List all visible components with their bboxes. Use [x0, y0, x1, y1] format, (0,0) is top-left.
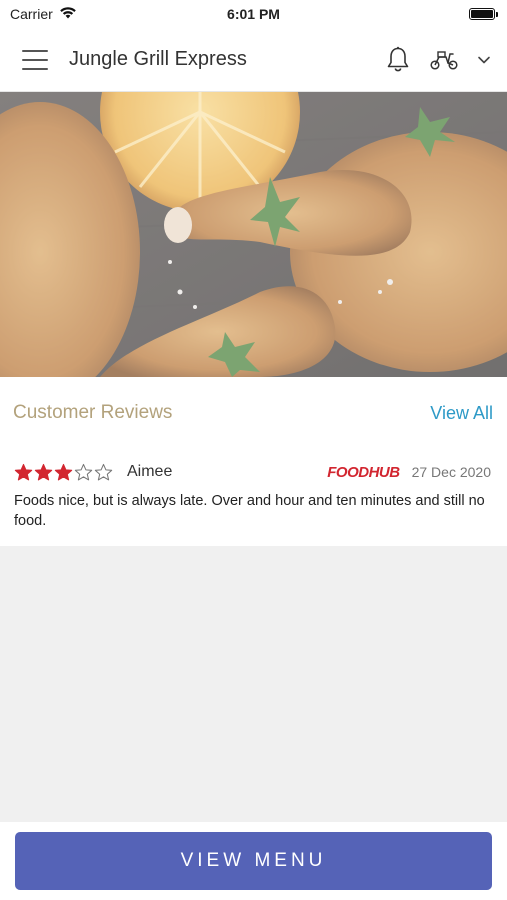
battery-icon	[469, 8, 498, 20]
status-bar: Carrier 6:01 PM	[0, 0, 507, 28]
star-filled-icon	[54, 463, 73, 480]
app-header: Jungle Grill Express	[0, 28, 507, 92]
hero-image	[0, 92, 507, 377]
chevron-down-icon[interactable]	[477, 55, 491, 65]
review-text: Foods nice, but is always late. Over and…	[14, 493, 485, 529]
wifi-icon	[59, 6, 77, 22]
star-empty-icon	[74, 463, 93, 480]
reviews-section: Customer Reviews View All Aimee FOODHUB …	[0, 377, 507, 546]
status-left: Carrier	[10, 6, 77, 22]
view-all-link[interactable]: View All	[430, 403, 493, 424]
page-title: Jungle Grill Express	[69, 48, 247, 70]
star-filled-icon	[14, 463, 33, 480]
bell-icon[interactable]	[385, 46, 411, 74]
review-meta: Aimee FOODHUB 27 Dec 2020	[14, 459, 491, 485]
header-actions	[385, 46, 491, 74]
bottom-bar: VIEW MENU	[0, 822, 507, 900]
star-empty-icon	[94, 463, 113, 480]
section-title: Customer Reviews	[13, 402, 173, 423]
review-date: 27 Dec 2020	[411, 464, 491, 480]
review-source-logo: FOODHUB	[327, 463, 400, 481]
view-menu-button[interactable]: VIEW MENU	[15, 832, 492, 890]
hamburger-menu-icon[interactable]	[22, 49, 48, 70]
scooter-icon[interactable]	[429, 49, 459, 71]
reviewer-name: Aimee	[127, 463, 173, 480]
reviews-header: Customer Reviews View All	[0, 377, 507, 449]
review-item: Aimee FOODHUB 27 Dec 2020 Foods nice, bu…	[0, 449, 507, 531]
star-rating	[14, 463, 113, 482]
carrier-label: Carrier	[10, 6, 53, 22]
star-filled-icon	[34, 463, 53, 480]
hero-overlay	[0, 92, 507, 377]
